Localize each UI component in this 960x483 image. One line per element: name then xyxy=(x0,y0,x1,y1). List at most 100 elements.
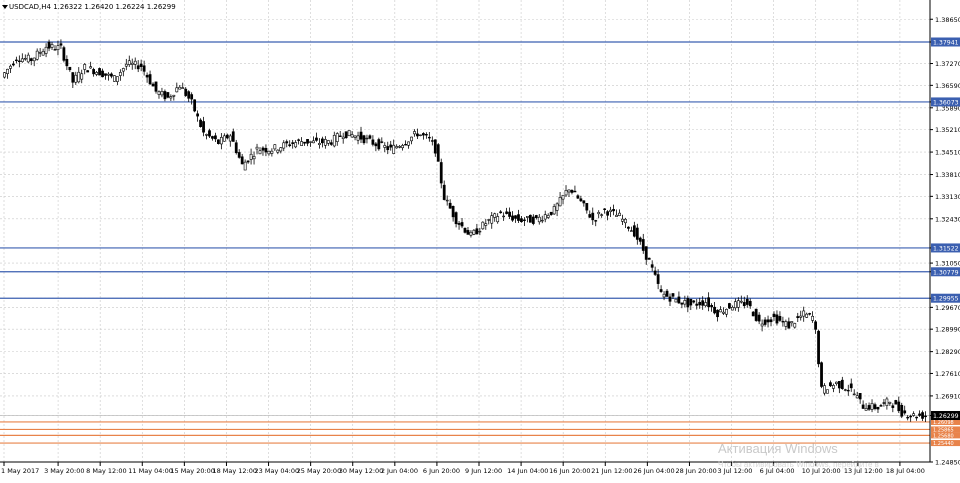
candle-body xyxy=(695,303,699,306)
candle-body xyxy=(23,58,27,60)
candle-body xyxy=(101,70,104,78)
candle-body xyxy=(846,389,850,392)
candle-body xyxy=(217,139,220,144)
candle-body xyxy=(707,297,711,308)
dropdown-triangle-icon[interactable] xyxy=(2,5,8,9)
candle-body xyxy=(677,296,681,304)
candle-body xyxy=(796,316,800,318)
time-tick-label: 1 May 2017 xyxy=(1,467,39,475)
candle-body xyxy=(460,222,464,227)
candle-body xyxy=(71,72,75,83)
candle-body xyxy=(338,135,342,137)
candle-body xyxy=(300,141,303,146)
candle-body xyxy=(116,76,119,82)
candle-body xyxy=(193,99,197,112)
candle-body xyxy=(852,393,856,396)
candle-body xyxy=(736,300,740,308)
candle-body xyxy=(127,60,131,65)
candle-body xyxy=(214,135,217,140)
candle-body xyxy=(775,314,779,324)
candle-body xyxy=(68,66,72,71)
candle-body xyxy=(50,44,54,48)
candle-body xyxy=(454,212,458,225)
candle-body xyxy=(89,66,93,69)
candle-body xyxy=(912,413,916,416)
candle-body xyxy=(879,405,883,407)
candle-body xyxy=(243,161,247,171)
candle-body xyxy=(270,150,274,154)
candle-body xyxy=(689,298,693,306)
candle-body xyxy=(909,415,913,418)
candle-body xyxy=(478,230,482,233)
candle-body xyxy=(142,65,146,72)
candle-body xyxy=(588,214,592,218)
candle-body xyxy=(26,54,30,63)
candle-body xyxy=(558,197,562,207)
time-tick-label: 6 Jun 20:00 xyxy=(423,467,460,475)
candle-body xyxy=(671,293,675,297)
candle-body xyxy=(160,91,164,96)
candle-body xyxy=(728,303,731,309)
candle-body xyxy=(832,385,835,389)
candle-body xyxy=(413,131,416,135)
candle-body xyxy=(32,57,36,62)
candle-body xyxy=(422,133,425,136)
candle-body xyxy=(701,300,705,306)
price-tick-label: 1.28290 xyxy=(935,348,960,356)
time-tick-label: 9 Jun 12:00 xyxy=(465,467,502,475)
candle-body xyxy=(154,81,158,92)
candle-body xyxy=(826,389,829,394)
candle-body xyxy=(231,131,235,142)
candle-body xyxy=(433,139,437,154)
candle-body xyxy=(335,133,339,142)
candle-body xyxy=(624,218,627,224)
candle-body xyxy=(291,142,295,144)
time-tick-label: 18 May 12:00 xyxy=(212,467,257,475)
candle-body xyxy=(157,91,161,95)
candle-body xyxy=(517,214,520,221)
candle-body xyxy=(876,406,880,410)
candle-body xyxy=(17,60,21,62)
candle-body xyxy=(47,41,51,49)
candle-body xyxy=(374,143,378,147)
candle-body xyxy=(416,133,419,137)
price-tick-label: 1.26910 xyxy=(935,392,960,400)
resistance-level-label: 1.31522 xyxy=(933,245,959,252)
candle-body xyxy=(410,136,413,142)
candle-body xyxy=(897,401,901,412)
resistance-level-label: 1.36073 xyxy=(933,99,959,106)
candle-body xyxy=(386,146,390,151)
candle-body xyxy=(6,68,9,74)
chart-window[interactable]: 1.386501.379411.372701.365901.360731.358… xyxy=(0,0,960,479)
candle-body xyxy=(427,136,431,139)
candle-body xyxy=(389,144,393,148)
candle-body xyxy=(742,302,746,307)
candle-body xyxy=(808,313,812,315)
candle-body xyxy=(790,321,794,324)
candle-body xyxy=(110,73,113,77)
candle-body xyxy=(546,215,550,218)
candle-body xyxy=(29,58,33,62)
candle-body xyxy=(760,323,764,327)
candle-body xyxy=(891,405,895,408)
candle-body xyxy=(683,300,687,305)
candle-body xyxy=(321,138,324,144)
candle-body xyxy=(692,300,696,303)
candle-body xyxy=(650,264,654,268)
candle-body xyxy=(407,141,410,146)
price-chart[interactable]: 1.386501.379411.372701.365901.360731.358… xyxy=(0,0,960,479)
candle-body xyxy=(404,144,407,146)
time-tick-label: 2 Jun 04:00 xyxy=(381,467,418,475)
candle-body xyxy=(514,215,517,219)
candle-body xyxy=(561,194,565,200)
candle-body xyxy=(288,144,292,147)
candle-body xyxy=(14,59,18,62)
candle-body xyxy=(618,212,621,216)
time-tick-label: 16 Jun 20:00 xyxy=(549,467,590,475)
time-tick-label: 26 Jun 04:00 xyxy=(633,467,674,475)
candle-body xyxy=(811,315,814,321)
candle-body xyxy=(493,213,497,218)
candle-body xyxy=(234,142,238,154)
candle-body xyxy=(576,195,580,199)
candle-body xyxy=(606,211,609,216)
